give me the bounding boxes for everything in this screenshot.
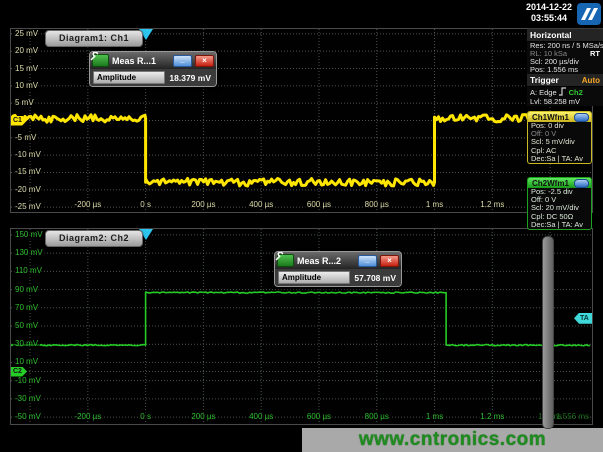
x-tick-label: 0 s <box>138 200 153 209</box>
Ch2-trace[interactable] <box>11 292 590 346</box>
horizontal-title: Horizontal <box>530 30 572 40</box>
x-tick-label: 200 µs <box>189 200 217 209</box>
x-tick-label: 600 µs <box>305 412 333 421</box>
trigger-header[interactable]: Trigger Auto <box>527 74 603 87</box>
x-end-label: 1.556 ms <box>556 412 589 421</box>
oscilloscope-screen: 2014-12-22 03:55:44 Diagram1: Ch1 Meas R… <box>0 0 603 452</box>
y-tick-label: -5 mV <box>13 133 38 142</box>
x-tick-label: 1.2 ms <box>478 200 506 209</box>
y-tick-label: -10 mV <box>13 150 43 159</box>
diagram1-tab[interactable]: Diagram1: Ch1 <box>45 30 143 47</box>
meas-param-field[interactable]: Amplitude <box>93 71 165 84</box>
rohde-schwarz-logo <box>577 3 601 25</box>
meas-popup-header[interactable]: Meas R...2 _ × <box>275 252 401 269</box>
close-icon[interactable]: × <box>380 255 399 267</box>
x-tick-label: -200 µs <box>72 412 103 421</box>
x-tick-label: -200 µs <box>72 200 103 209</box>
ch2-waveform-panel[interactable]: Ch2Wfm1 Pos: -2.5 div Off: 0 V Scl: 20 m… <box>527 177 592 230</box>
realtime-badge: RT <box>590 50 600 58</box>
datetime-display[interactable]: 2014-12-22 03:55:44 <box>523 2 575 24</box>
y-tick-label: 150 mV <box>13 230 45 239</box>
meas-popup-body: Amplitude 18.379 mV <box>90 69 216 86</box>
diagram2-plot-area[interactable]: Diagram2: Ch2 Meas R...2 _ × Amplitude 5… <box>10 228 593 425</box>
watermark: www.cntronics.com <box>302 428 603 452</box>
meas-popup-title: Meas R...2 <box>297 256 355 266</box>
y-tick-label: 70 mV <box>13 303 40 312</box>
y-tick-label: -20 mV <box>13 185 43 194</box>
horizontal-settings-panel[interactable]: Horizontal Res: 200 ns / 5 MSa/s RL: 10 … <box>527 28 603 106</box>
diagram1-plot-area[interactable]: Diagram1: Ch1 Meas R...1 _ × Amplitude 1… <box>10 28 593 213</box>
x-tick-label: 400 µs <box>247 412 275 421</box>
diagram2-tab[interactable]: Diagram2: Ch2 <box>45 230 143 247</box>
y-tick-label: 20 mV <box>13 46 40 55</box>
meas-result-popup-1[interactable]: Meas R...1 _ × Amplitude 18.379 mV <box>89 51 217 87</box>
x-tick-label: 800 µs <box>363 412 391 421</box>
y-tick-label: -30 mV <box>13 394 43 403</box>
y-tick-label: -50 mV <box>13 412 43 421</box>
ch1-decimation: Dec:Sa | TA: Av <box>528 155 591 163</box>
x-tick-label: 0 s <box>138 412 153 421</box>
y-tick-label: 15 mV <box>13 64 40 73</box>
minimize-button[interactable] <box>574 113 589 122</box>
meas-value: 57.708 mV <box>354 273 398 283</box>
meas-param-field[interactable]: Amplitude <box>278 271 350 284</box>
meas-popup-title: Meas R...1 <box>112 56 170 66</box>
y-tick-label: 10 mV <box>13 357 40 366</box>
y-tick-label: 10 mV <box>13 81 40 90</box>
trigger-level: Lvl: 58.258 mV <box>527 98 603 106</box>
trigger-mode-badge: Auto <box>582 76 600 85</box>
y-tick-label: 25 mV <box>13 29 40 38</box>
x-tick-label: 400 µs <box>247 200 275 209</box>
time-label: 03:55:44 <box>523 13 575 24</box>
meas-result-popup-2[interactable]: Meas R...2 _ × Amplitude 57.708 mV <box>274 251 402 287</box>
y-tick-label: 130 mV <box>13 248 45 257</box>
x-tick-label: 200 µs <box>189 412 217 421</box>
x-tick-label: 1.2 ms <box>478 412 506 421</box>
close-icon[interactable]: × <box>195 55 214 67</box>
minimize-button[interactable] <box>574 179 589 188</box>
wrench-icon[interactable] <box>277 254 294 267</box>
y-tick-label: 90 mV <box>13 285 40 294</box>
y-tick-label: 50 mV <box>13 321 40 330</box>
ch1-waveform-panel[interactable]: Ch1Wfm1 Pos: 0 div Off: 0 V Scl: 5 mV/di… <box>527 111 592 164</box>
y-tick-label: -15 mV <box>13 167 43 176</box>
trigger-title: Trigger <box>530 75 559 85</box>
y-tick-label: -10 mV <box>13 376 43 385</box>
y-tick-label: 30 mV <box>13 339 40 348</box>
sidebar-scrollbar[interactable] <box>542 236 554 429</box>
meas-popup-body: Amplitude 57.708 mV <box>275 269 401 286</box>
x-tick-label: 1 ms <box>424 200 445 209</box>
x-tick-label: 1 ms <box>424 412 445 421</box>
ch2-decimation: Dec:Sa | TA: Av <box>528 221 591 229</box>
wrench-icon[interactable] <box>92 54 109 67</box>
y-tick-label: 5 mV <box>13 98 36 107</box>
Ch1-trace[interactable] <box>11 115 591 186</box>
x-tick-label: 800 µs <box>363 200 391 209</box>
y-tick-label: 110 mV <box>13 266 44 275</box>
horizontal-position: Pos: 1.556 ms <box>527 66 603 74</box>
meas-value: 18.379 mV <box>169 73 213 83</box>
minimize-button[interactable]: _ <box>358 255 377 267</box>
y-tick-label: -25 mV <box>13 202 43 211</box>
minimize-button[interactable]: _ <box>173 55 192 67</box>
x-tick-label: 600 µs <box>305 200 333 209</box>
meas-popup-header[interactable]: Meas R...1 _ × <box>90 52 216 69</box>
date-label: 2014-12-22 <box>523 2 575 13</box>
